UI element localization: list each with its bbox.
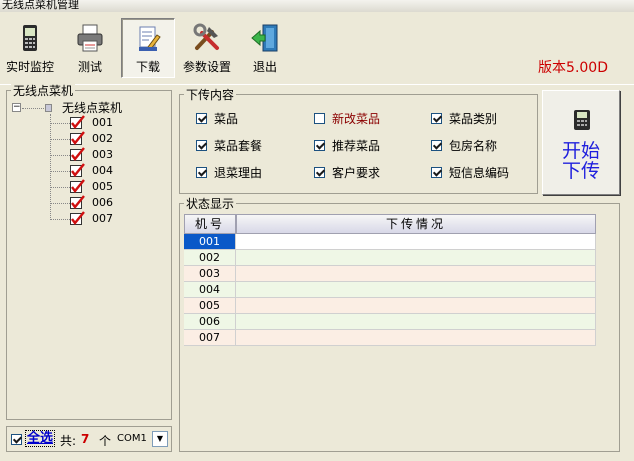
device-tree[interactable]: − 无线点菜机 001 002 003 004 005 006 007: [10, 98, 168, 416]
cell-device-id[interactable]: 001: [184, 234, 236, 250]
cell-status[interactable]: [236, 314, 596, 330]
cell-status[interactable]: [236, 330, 596, 346]
option-label: 菜品: [214, 112, 239, 126]
port-dropdown-button[interactable]: ▼: [152, 431, 168, 447]
test-button[interactable]: 测试: [62, 18, 118, 78]
table-row[interactable]: 002: [184, 250, 596, 266]
printer-icon: [77, 24, 103, 52]
exit-door-icon: [251, 24, 278, 52]
port-value: COM1: [117, 433, 147, 444]
option-checkbox[interactable]: [196, 113, 207, 124]
pda-terminal-icon: [23, 25, 37, 51]
checkmark-icon[interactable]: [70, 147, 86, 163]
option-label: 推荐菜品: [332, 139, 381, 153]
checkmark-icon[interactable]: [70, 163, 86, 179]
cell-device-id[interactable]: 002: [184, 250, 236, 266]
option-label: 新改菜品: [332, 112, 381, 126]
checkmark-icon[interactable]: [70, 179, 86, 195]
cell-status[interactable]: [236, 298, 596, 314]
count-unit: 个: [99, 434, 112, 448]
table-row[interactable]: 005: [184, 298, 596, 314]
tree-item-label: 007: [92, 212, 113, 225]
col-header-id[interactable]: 机号: [184, 214, 236, 234]
table-row[interactable]: 006: [184, 314, 596, 330]
selection-bar: 全选 共: 7 个 COM1 ▼: [6, 426, 172, 452]
count-prefix: 共:: [60, 434, 77, 448]
download-content-group: 下传内容 菜品 新改菜品 菜品类别菜品套餐 推荐菜品 包房名称退菜理由 客户要求 短信息编码: [179, 86, 538, 194]
test-label: 测试: [77, 60, 102, 74]
table-row[interactable]: 003: [184, 266, 596, 282]
collapse-icon[interactable]: −: [12, 103, 21, 112]
tools-icon: [193, 23, 219, 50]
document-edit-icon: [139, 26, 161, 51]
checkmark-icon[interactable]: [70, 115, 86, 131]
exit-button[interactable]: 退出: [239, 18, 291, 78]
option-checkbox[interactable]: [196, 167, 207, 178]
col-header-status[interactable]: 下传情况: [236, 214, 596, 234]
start-download-button[interactable]: 开始 下传: [542, 90, 620, 195]
exit-label: 退出: [252, 60, 277, 74]
option-label: 包房名称: [449, 139, 498, 153]
checkmark-icon[interactable]: [70, 211, 86, 227]
option-checkbox[interactable]: [314, 113, 325, 124]
settings-label: 参数设置: [182, 60, 231, 74]
table-row[interactable]: 007: [184, 330, 596, 346]
option-checkbox[interactable]: [314, 167, 325, 178]
pda-terminal-icon: [574, 110, 590, 130]
device-count: 7: [81, 432, 90, 446]
select-all-label[interactable]: 全选: [25, 430, 56, 447]
option-checkbox[interactable]: [431, 113, 442, 124]
option-checkbox[interactable]: [431, 140, 442, 151]
tree-item-label: 006: [92, 196, 113, 209]
option-label: 退菜理由: [214, 166, 263, 180]
option-label: 菜品类别: [449, 112, 498, 126]
download-button[interactable]: 下载: [121, 18, 175, 78]
start-line2: 下传: [561, 160, 600, 182]
tree-root-label: 无线点菜机: [62, 101, 123, 115]
device-group: 无线点菜机 − 无线点菜机 001 002 003 004 005 006 007: [6, 82, 172, 420]
checkmark-icon[interactable]: [70, 131, 86, 147]
tree-item-label: 002: [92, 132, 113, 145]
cell-device-id[interactable]: 003: [184, 266, 236, 282]
option-checkbox[interactable]: [431, 167, 442, 178]
status-grid-header: 机号 下传情况: [184, 214, 596, 234]
realtime-monitor-label: 实时监控: [5, 60, 54, 74]
download-label: 下载: [135, 60, 160, 74]
table-row[interactable]: 004: [184, 282, 596, 298]
device-group-title: 无线点菜机: [11, 82, 76, 99]
cell-status[interactable]: [236, 282, 596, 298]
window-title: 无线点菜机管理: [0, 0, 634, 12]
chevron-down-icon: ▼: [156, 434, 164, 443]
tree-item-label: 003: [92, 148, 113, 161]
cell-device-id[interactable]: 006: [184, 314, 236, 330]
cell-status[interactable]: [236, 250, 596, 266]
table-row[interactable]: 001: [184, 234, 596, 250]
status-group: 状态显示 机号 下传情况 001 002 003 004 005 006 007: [179, 195, 620, 452]
option-label: 客户要求: [332, 166, 381, 180]
option-label: 短信息编码: [449, 166, 510, 180]
start-line1: 开始: [561, 140, 600, 162]
select-all-checkbox[interactable]: [11, 434, 22, 445]
cell-device-id[interactable]: 007: [184, 330, 236, 346]
cell-status[interactable]: [236, 234, 596, 250]
tree-item-label: 005: [92, 180, 113, 193]
tree-item-label: 001: [92, 116, 113, 129]
cell-status[interactable]: [236, 266, 596, 282]
status-group-title: 状态显示: [184, 195, 237, 212]
option-checkbox[interactable]: [196, 140, 207, 151]
option-label: 菜品套餐: [214, 139, 263, 153]
status-grid[interactable]: 机号 下传情况 001 002 003 004 005 006 007: [184, 214, 596, 346]
tree-item-label: 004: [92, 164, 113, 177]
option-checkbox[interactable]: [314, 140, 325, 151]
settings-button[interactable]: 参数设置: [178, 18, 236, 78]
download-content-title: 下传内容: [184, 86, 237, 103]
realtime-monitor-button[interactable]: 实时监控: [2, 18, 58, 78]
cell-device-id[interactable]: 005: [184, 298, 236, 314]
device-node-icon: [45, 104, 52, 112]
checkmark-icon[interactable]: [70, 195, 86, 211]
cell-device-id[interactable]: 004: [184, 282, 236, 298]
version-label: 版本5.00D: [538, 60, 608, 76]
